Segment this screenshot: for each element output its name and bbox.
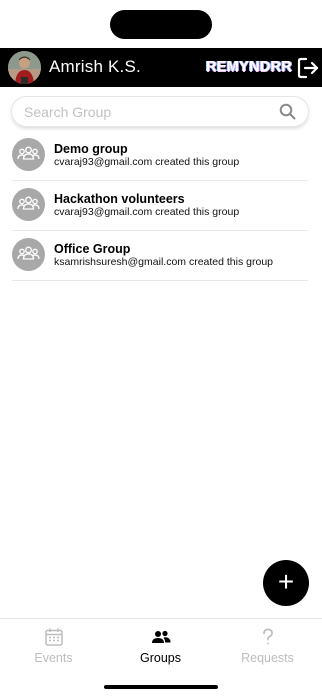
- add-group-button[interactable]: +: [263, 560, 309, 606]
- tab-label: Requests: [241, 651, 294, 665]
- brand-logo: REMYNDRR: [206, 59, 293, 75]
- plus-icon: +: [277, 566, 295, 597]
- group-creator: cvaraj93@gmail.com created this group: [54, 156, 240, 168]
- status-bar: [0, 0, 322, 48]
- group-name: Hackathon volunteers: [54, 192, 185, 206]
- home-indicator[interactable]: [104, 685, 218, 689]
- app-screen: Amrish K.S. REMYNDRR Search Group Demo g…: [0, 0, 322, 696]
- tab-label: Events: [34, 651, 73, 665]
- dynamic-island: [110, 10, 212, 39]
- group-name: Office Group: [54, 242, 131, 256]
- group-creator: ksamrishsuresh@gmail.com created this gr…: [54, 256, 273, 268]
- list-item[interactable]: Demo group cvaraj93@gmail.com created th…: [12, 131, 308, 181]
- search-bar: [12, 97, 308, 126]
- tab-label: Groups: [140, 651, 181, 665]
- group-icon: [12, 238, 45, 271]
- group-icon: [12, 188, 45, 221]
- group-name: Demo group: [54, 142, 128, 156]
- user-name: Amrish K.S.: [49, 57, 141, 76]
- tab-groups[interactable]: Groups: [107, 623, 214, 667]
- group-creator: cvaraj93@gmail.com created this group: [54, 206, 240, 218]
- logout-icon[interactable]: [297, 57, 319, 79]
- list-item[interactable]: Office Group ksamrishsuresh@gmail.com cr…: [12, 231, 308, 281]
- list-item[interactable]: Hackathon volunteers cvaraj93@gmail.com …: [12, 181, 308, 231]
- tab-requests[interactable]: Requests: [214, 623, 321, 667]
- search-icon[interactable]: [279, 103, 296, 120]
- app-header: Amrish K.S. REMYNDRR: [0, 48, 322, 87]
- group-icon: [12, 138, 45, 171]
- group-list: Demo group cvaraj93@gmail.com created th…: [12, 131, 308, 281]
- question-icon: [258, 627, 278, 647]
- people-icon: [151, 627, 171, 647]
- calendar-icon: [44, 627, 64, 647]
- search-input[interactable]: [24, 97, 274, 126]
- avatar[interactable]: [8, 51, 41, 84]
- tab-events[interactable]: Events: [0, 623, 107, 667]
